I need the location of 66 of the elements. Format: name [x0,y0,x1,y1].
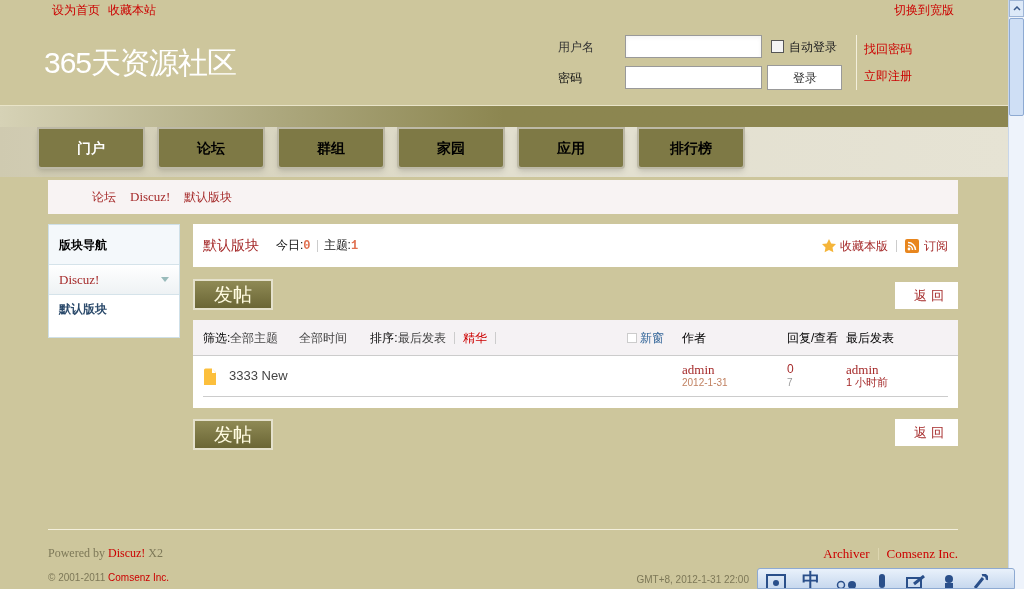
filter-link[interactable]: 全部主题 [230,328,279,347]
nav-tab[interactable]: 群组 [277,127,385,169]
top-link[interactable]: 收藏本站 [108,1,156,19]
powered-by-text: Powered by Discuz! X2 [48,545,164,562]
switch-width-link[interactable]: 切换到宽版 [894,1,954,19]
back-button[interactable]: 返 回 [895,419,958,446]
nav-tab[interactable]: 家园 [397,127,505,169]
pencil-icon[interactable] [906,575,926,588]
thread-title-link[interactable]: 3333 New [229,366,682,386]
ime-mode-button[interactable]: 中 [802,572,820,588]
sidebar-group-label: Discuz! [59,270,100,289]
new-post-button[interactable]: 发帖 [193,419,273,450]
column-header: 作者 [682,329,707,347]
nav-tab[interactable]: 门户 [37,127,145,169]
view-count: 7 [787,376,794,389]
caret-icon [161,277,169,282]
nav-tab[interactable]: 论坛 [157,127,265,169]
new-window-label[interactable]: 新窗 [640,328,664,347]
auto-login-label[interactable]: 自动登录 [789,37,849,56]
picture-frame-icon[interactable] [766,574,786,588]
password-field[interactable] [625,66,762,89]
post-date: 2012-1-31 [682,376,729,389]
sidebar-item[interactable]: 默认版块 [49,295,179,323]
username-field[interactable] [625,35,762,58]
filter-label: 筛选: [203,329,231,347]
password-label: 密码 [558,69,583,87]
sort-label: 排序: [370,329,398,347]
nav-tab[interactable]: 应用 [517,127,625,169]
sidebar-title: 版块导航 [59,236,107,254]
scrollbar-thumb[interactable] [1009,18,1024,116]
last-post-time[interactable]: 1 小时前 [846,376,948,389]
footer-link[interactable]: Comsenz Inc. [886,544,958,564]
column-header: 最后发表 [846,329,895,347]
footer-link[interactable]: Archiver [823,544,870,564]
forgot-password-link[interactable]: 找回密码 [864,39,912,58]
today-count: 今日:0 [276,237,311,255]
sort-link[interactable]: 最后发表 [397,328,446,347]
top-link[interactable]: 设为首页 [52,1,100,19]
star-icon [821,237,837,254]
server-time-text: GMT+8, 2012-1-31 22:00 [636,572,749,587]
username-label: 用户名 [558,38,595,56]
forum-title: 默认版块 [203,236,259,255]
checkbox[interactable] [771,40,784,53]
register-link[interactable]: 立即注册 [864,67,912,86]
person-icon[interactable] [942,574,956,588]
topic-count: 主题:1 [323,237,359,255]
breadcrumb-link[interactable]: 默认版块 [184,188,233,206]
new-post-button[interactable]: 发帖 [193,279,273,310]
wrench-icon[interactable] [972,574,988,588]
reply-count: 0 [787,363,795,376]
scroll-up-icon[interactable] [1012,6,1021,11]
author-link[interactable]: admin [682,363,787,376]
column-header: 回复/查看 [787,329,840,347]
breadcrumb-link[interactable]: 论坛 [92,188,116,206]
rss-icon [905,238,919,253]
digest-link[interactable]: 精华 [462,328,487,347]
subscribe-link[interactable]: 订阅 [924,236,948,255]
dots-icon[interactable] [836,578,858,588]
login-button[interactable]: 登录 [767,65,842,90]
filter-link[interactable]: 全部时间 [299,328,348,347]
back-button[interactable]: 返 回 [895,282,958,309]
copyright-text: © 2001-2011 Comsenz Inc. [48,571,170,585]
favorite-link[interactable]: 收藏本版 [840,236,888,255]
last-poster-link[interactable]: admin [846,363,948,376]
nav-tab[interactable]: 排行榜 [637,127,745,169]
breadcrumb-link[interactable]: Discuz! [130,187,171,207]
